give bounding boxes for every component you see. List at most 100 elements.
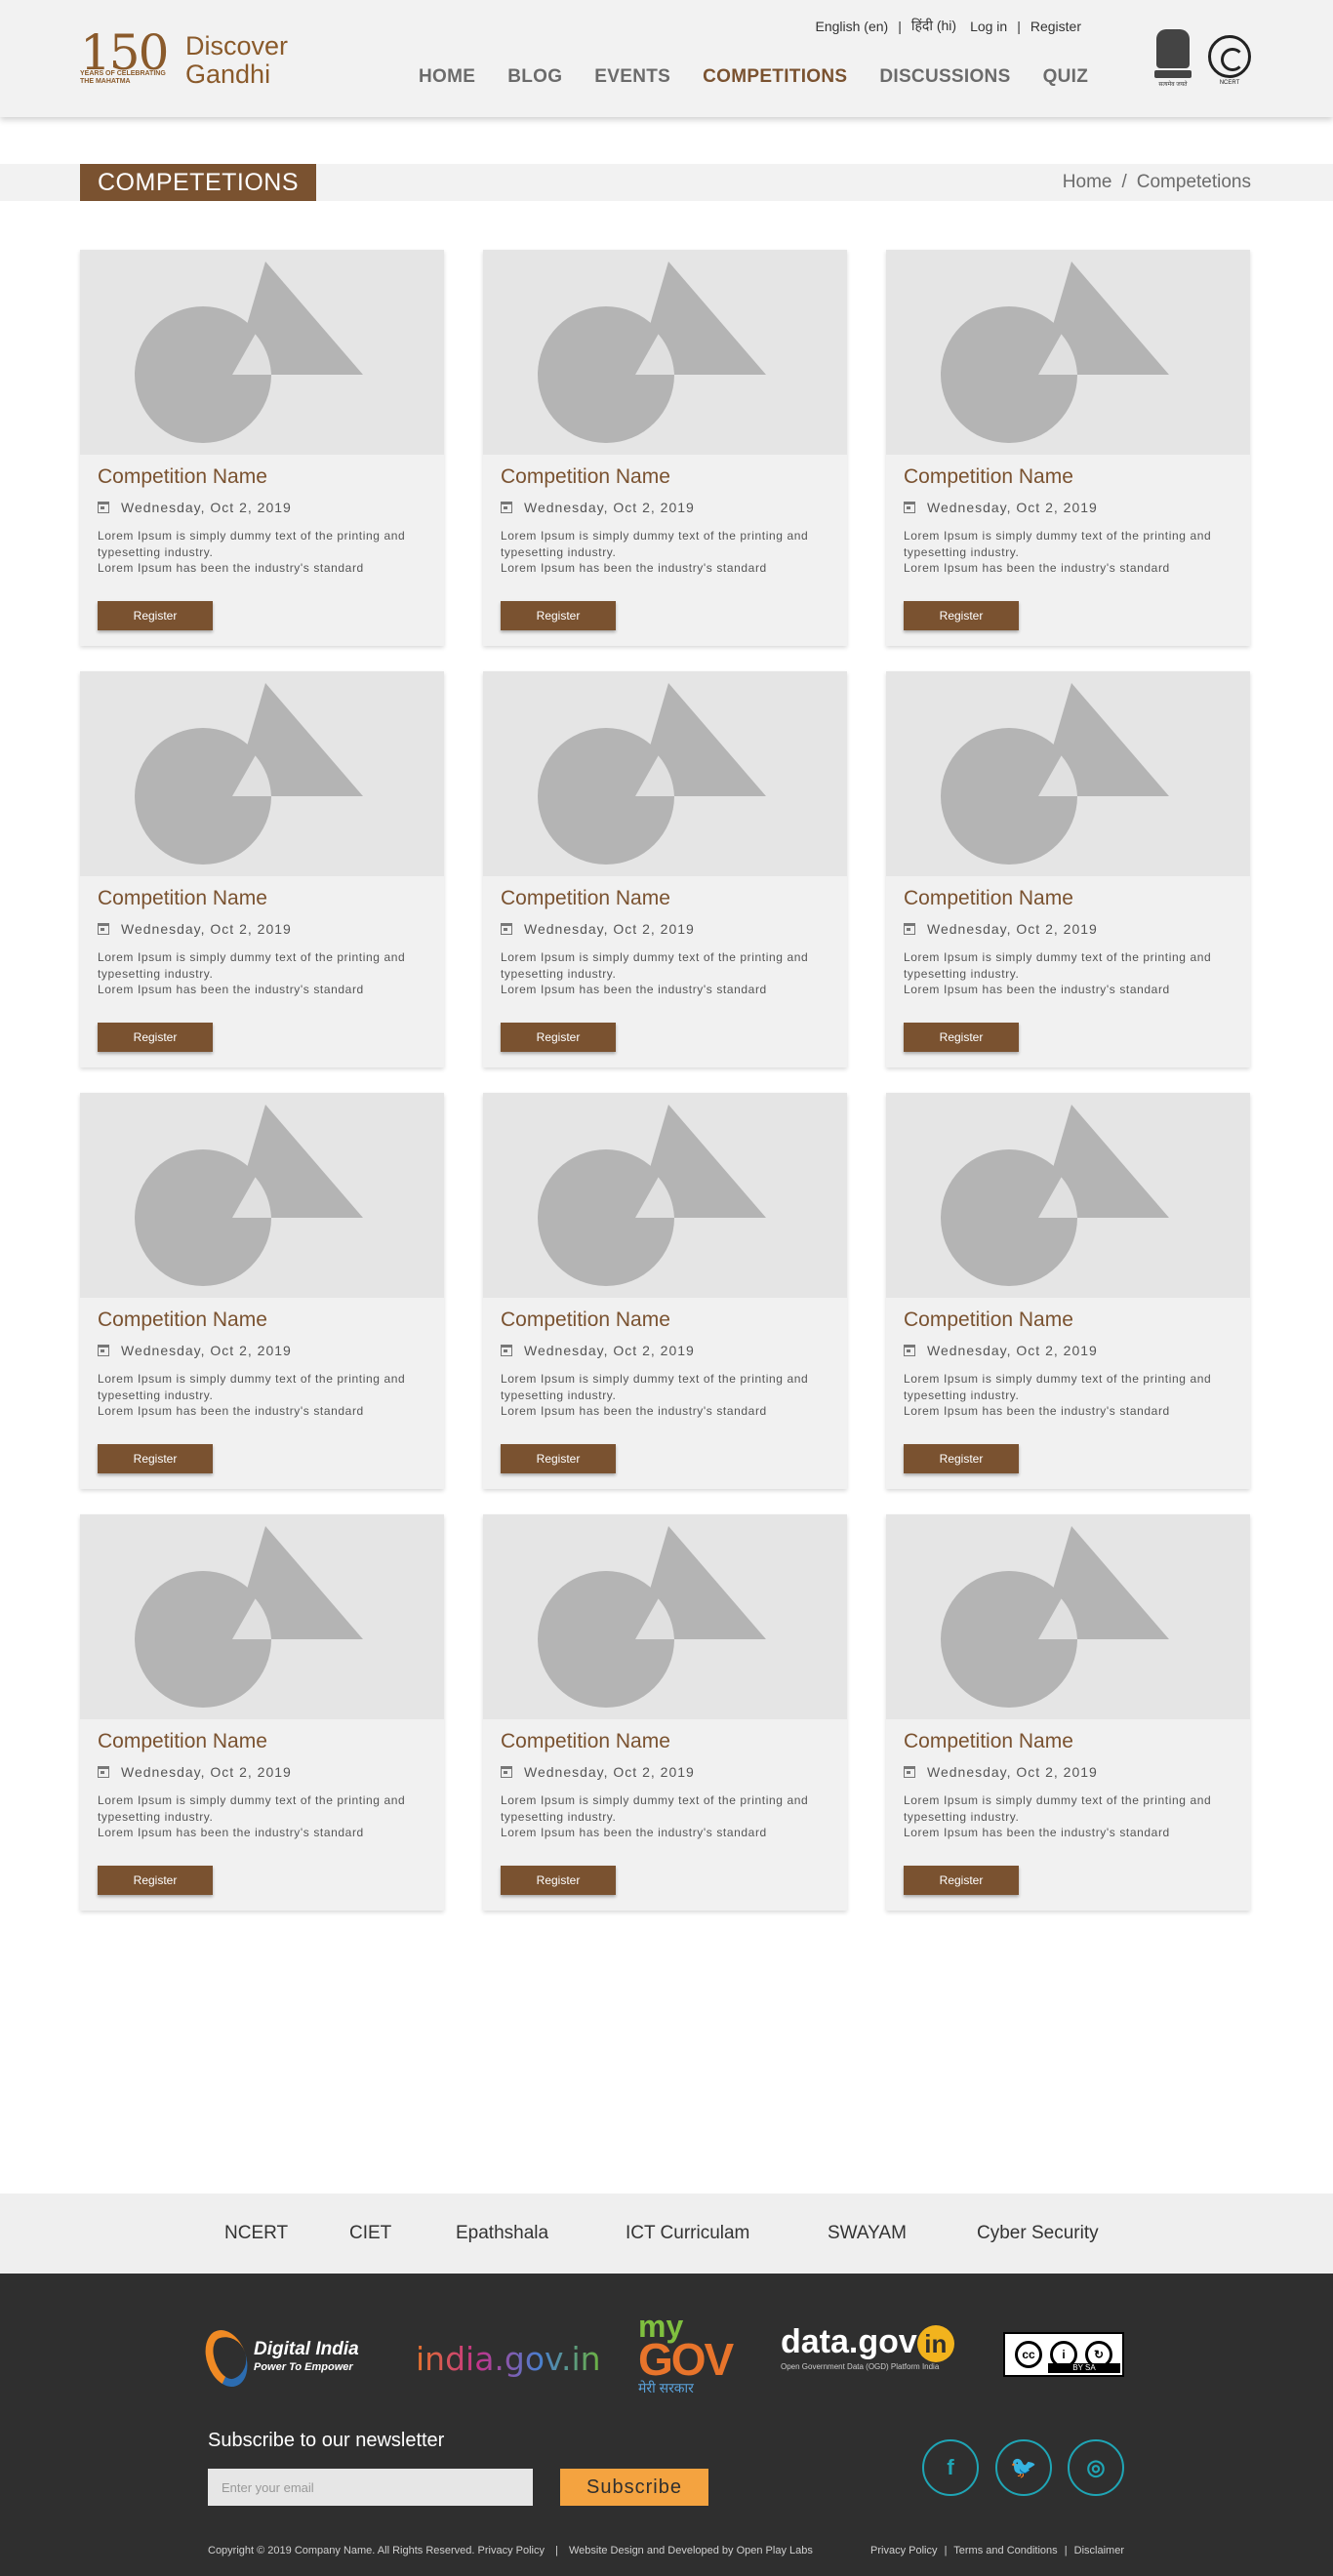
card-image-placeholder-icon [886, 1093, 1250, 1298]
card-image-placeholder-icon [80, 671, 444, 876]
twitter-icon[interactable]: 🐦 [995, 2439, 1052, 2496]
competition-card: Competition Name Wednesday, Oct 2, 2019 … [886, 1093, 1250, 1489]
mygov-logo[interactable]: my GOV मेरी सरकार [638, 2311, 734, 2410]
card-title: Competition Name [98, 1308, 267, 1331]
separator: | [1064, 2545, 1068, 2556]
legal-privacy-link[interactable]: Privacy Policy [870, 2545, 937, 2556]
card-date: Wednesday, Oct 2, 2019 [501, 921, 829, 937]
nav-events[interactable]: EVENTS [594, 66, 670, 88]
footer-link-ncert[interactable]: NCERT [224, 2223, 288, 2244]
register-link[interactable]: Register [1030, 19, 1081, 34]
nav-discussions[interactable]: DISCUSSIONS [879, 66, 1010, 88]
card-description: Lorem Ipsum is simply dummy text of the … [501, 950, 809, 996]
card-date-text: Wednesday, Oct 2, 2019 [524, 1764, 695, 1780]
competition-card: Competition Name Wednesday, Oct 2, 2019 … [483, 671, 847, 1067]
card-date-text: Wednesday, Oct 2, 2019 [524, 1343, 695, 1358]
card-title: Competition Name [501, 1730, 670, 1752]
calendar-icon [904, 1345, 915, 1356]
footer-link-cyber-security[interactable]: Cyber Security [977, 2223, 1099, 2244]
register-button[interactable]: Register [98, 1444, 213, 1473]
card-title: Competition Name [904, 1730, 1073, 1752]
nav-competitions[interactable]: COMPETITIONS [703, 66, 847, 88]
calendar-icon [904, 923, 915, 935]
card-description: Lorem Ipsum is simply dummy text of the … [904, 529, 1212, 575]
card-date: Wednesday, Oct 2, 2019 [98, 500, 426, 515]
card-description: Lorem Ipsum is simply dummy text of the … [501, 1372, 809, 1418]
calendar-icon [904, 1766, 915, 1778]
card-description: Lorem Ipsum is simply dummy text of the … [904, 1793, 1212, 1839]
nav-blog[interactable]: BLOG [507, 66, 562, 88]
india-gov-text: india.gov.in [416, 2339, 601, 2378]
card-description: Lorem Ipsum is simply dummy text of the … [98, 1372, 406, 1418]
register-button[interactable]: Register [98, 1023, 213, 1052]
subscribe-button[interactable]: Subscribe [560, 2469, 708, 2506]
nav-quiz[interactable]: QUIZ [1043, 66, 1089, 88]
register-button[interactable]: Register [98, 601, 213, 630]
footer-link-ict[interactable]: ICT Curriculam [626, 2223, 749, 2244]
card-date-text: Wednesday, Oct 2, 2019 [121, 1764, 292, 1780]
150-years-logo-icon: 150 Years of Celebrating the Mahatma [80, 27, 169, 94]
instagram-icon[interactable]: ◎ [1068, 2439, 1124, 2496]
login-link[interactable]: Log in [970, 19, 1007, 34]
register-button[interactable]: Register [904, 1866, 1019, 1895]
card-image-placeholder-icon [886, 250, 1250, 455]
site-logo[interactable]: 150 Years of Celebrating the Mahatma Dis… [80, 27, 288, 94]
card-image-placeholder-icon [483, 1093, 847, 1298]
calendar-icon [501, 1766, 512, 1778]
card-date-text: Wednesday, Oct 2, 2019 [121, 1343, 292, 1358]
card-title: Competition Name [904, 887, 1073, 909]
newsletter-email-input[interactable] [208, 2469, 533, 2506]
facebook-icon[interactable]: f [922, 2439, 979, 2496]
card-description: Lorem Ipsum is simply dummy text of the … [98, 529, 406, 575]
register-button[interactable]: Register [904, 1023, 1019, 1052]
card-date-text: Wednesday, Oct 2, 2019 [121, 500, 292, 515]
brand-name: Discover Gandhi [185, 32, 288, 89]
legal-terms-link[interactable]: Terms and Conditions [953, 2545, 1057, 2556]
card-image-placeholder-icon [483, 1514, 847, 1719]
copyright-privacy-link[interactable]: Privacy Policy [478, 2545, 545, 2556]
copyright-text: Copyright © 2019 Company Name. All Right… [208, 2545, 475, 2556]
card-image-placeholder-icon [80, 1093, 444, 1298]
card-image-placeholder-icon [483, 250, 847, 455]
card-title: Competition Name [501, 887, 670, 909]
card-date: Wednesday, Oct 2, 2019 [501, 1764, 829, 1780]
register-button[interactable]: Register [904, 1444, 1019, 1473]
breadcrumb-home[interactable]: Home [1063, 172, 1112, 193]
breadcrumb: Home / Competetions [1063, 172, 1251, 193]
copyright: Copyright © 2019 Company Name. All Right… [208, 2545, 813, 2556]
cc-license-label: BY SA [1048, 2363, 1120, 2373]
register-button[interactable]: Register [501, 601, 616, 630]
footer-link-epathshala[interactable]: Epathshala [456, 2223, 548, 2244]
digital-india-logo[interactable]: Digital India Power To Empower [197, 2323, 359, 2394]
main-nav: HOME BLOG EVENTS COMPETITIONS DISCUSSION… [419, 66, 1120, 88]
nav-home[interactable]: HOME [419, 66, 475, 88]
creative-commons-logo[interactable]: cc i ↻ BY SA [1003, 2332, 1124, 2377]
footer-links-bar: NCERT CIET Epathshala ICT Curriculam SWA… [0, 2194, 1333, 2274]
competition-card: Competition Name Wednesday, Oct 2, 2019 … [80, 1514, 444, 1911]
register-button[interactable]: Register [501, 1444, 616, 1473]
register-button[interactable]: Register [904, 601, 1019, 630]
card-date-text: Wednesday, Oct 2, 2019 [927, 1764, 1098, 1780]
card-image-placeholder-icon [483, 671, 847, 876]
credit-text: Website Design and Developed by Open Pla… [568, 2545, 813, 2556]
card-date-text: Wednesday, Oct 2, 2019 [524, 921, 695, 937]
footer-link-ciet[interactable]: CIET [349, 2223, 391, 2244]
register-button[interactable]: Register [98, 1866, 213, 1895]
cc-icon: cc [1015, 2341, 1042, 2368]
india-gov-logo[interactable]: india.gov.in [416, 2324, 601, 2393]
data-gov-logo[interactable]: data.gov in Open Government Data (OGD) Pl… [781, 2324, 954, 2393]
register-button[interactable]: Register [501, 1866, 616, 1895]
lang-english-link[interactable]: English (en) [815, 19, 888, 34]
competition-card: Competition Name Wednesday, Oct 2, 2019 … [483, 250, 847, 646]
calendar-icon [98, 1766, 109, 1778]
legal-links: Privacy Policy | Terms and Conditions | … [870, 2545, 1124, 2556]
breadcrumb-separator: / [1121, 172, 1127, 192]
card-title: Competition Name [904, 465, 1073, 488]
footer-link-swayam[interactable]: SWAYAM [828, 2223, 907, 2244]
competition-card: Competition Name Wednesday, Oct 2, 2019 … [483, 1093, 847, 1489]
register-button[interactable]: Register [501, 1023, 616, 1052]
card-description: Lorem Ipsum is simply dummy text of the … [501, 529, 809, 575]
lang-hindi-link[interactable]: हिंदी (hi) [911, 17, 956, 35]
ncert-logo-icon: NCERT [1206, 27, 1253, 94]
legal-disclaimer-link[interactable]: Disclaimer [1074, 2545, 1124, 2556]
